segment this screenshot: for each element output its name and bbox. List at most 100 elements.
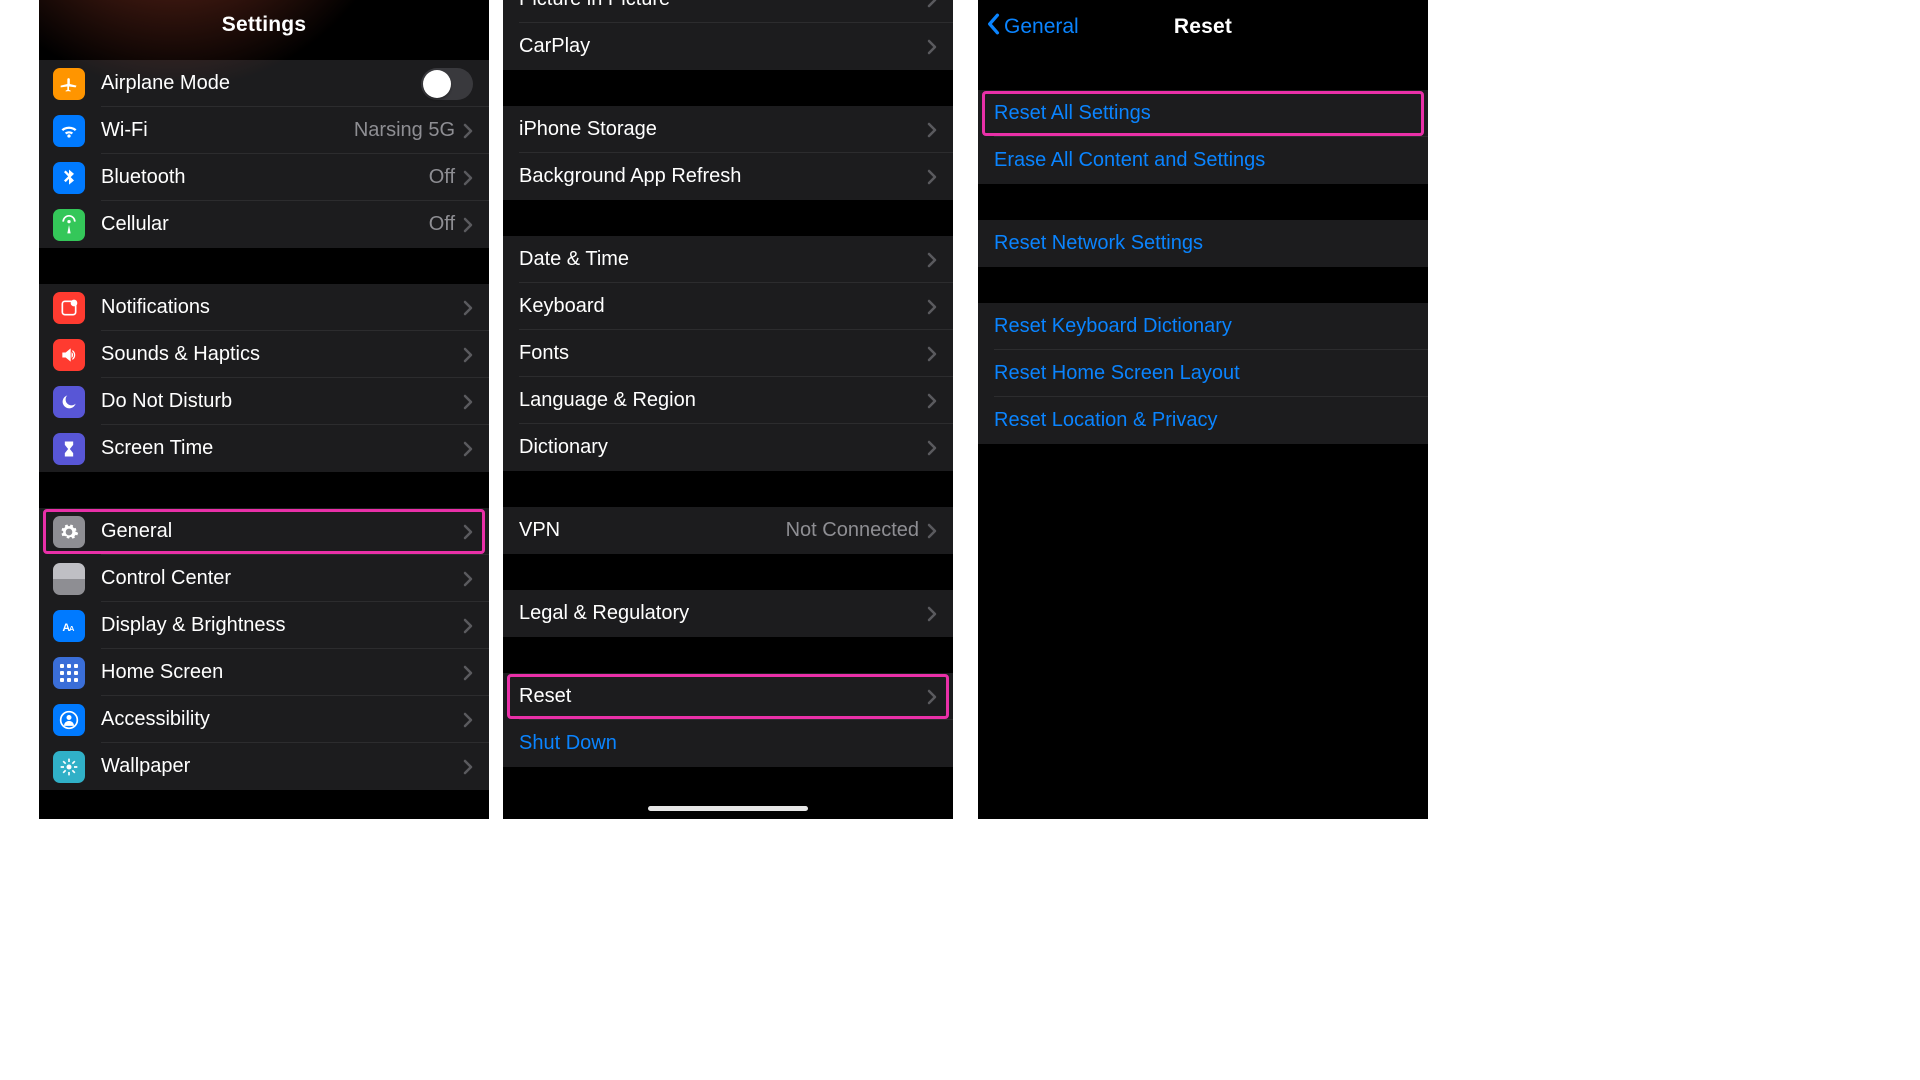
row-label: Reset All Settings [994, 102, 1412, 125]
row-label: Wallpaper [101, 755, 463, 778]
settings-group: Reset Network Settings [978, 220, 1428, 267]
row-label: Cellular [101, 213, 429, 236]
accessibility-icon [53, 704, 85, 736]
row-keyboard[interactable]: Keyboard [503, 283, 953, 330]
row-label: General [101, 520, 463, 543]
row-bluetooth[interactable]: BluetoothOff [39, 154, 489, 201]
row-reset-all[interactable]: Reset All Settings [978, 90, 1428, 137]
chevron-right-icon [927, 39, 937, 55]
cellular-icon [53, 209, 85, 241]
row-wifi[interactable]: Wi-FiNarsing 5G [39, 107, 489, 154]
row-label: Date & Time [519, 248, 927, 271]
row-general[interactable]: General [39, 508, 489, 555]
row-label: Control Center [101, 567, 463, 590]
settings-group: Reset Keyboard Dictionary Reset Home Scre… [978, 303, 1428, 444]
row-reset-home[interactable]: Reset Home Screen Layout [978, 350, 1428, 397]
home-indicator[interactable] [648, 806, 808, 811]
row-detail: Off [429, 166, 455, 189]
chevron-right-icon [463, 524, 473, 540]
chevron-right-icon [463, 712, 473, 728]
airplane-icon [53, 68, 85, 100]
chevron-right-icon [927, 440, 937, 456]
row-label: Reset Keyboard Dictionary [994, 315, 1412, 338]
settings-root-panel: Settings Airplane ModeWi-FiNarsing 5GBlu… [39, 0, 489, 819]
screentime-icon [53, 433, 85, 465]
general-panel: Picture in Picture CarPlay iPhone Storage B… [503, 0, 953, 819]
row-carplay[interactable]: CarPlay [503, 23, 953, 70]
row-legal[interactable]: Legal & Regulatory [503, 590, 953, 637]
sounds-icon [53, 339, 85, 371]
chevron-right-icon [927, 252, 937, 268]
row-wallpaper[interactable]: Wallpaper [39, 743, 489, 790]
header: Settings [39, 0, 489, 50]
row-airplane[interactable]: Airplane Mode [39, 60, 489, 107]
row-homescreen[interactable]: Home Screen [39, 649, 489, 696]
notifications-icon [53, 292, 85, 324]
svg-text:A: A [69, 624, 75, 633]
row-datetime[interactable]: Date & Time [503, 236, 953, 283]
row-screentime[interactable]: Screen Time [39, 425, 489, 472]
row-label: Keyboard [519, 295, 927, 318]
row-label: Screen Time [101, 437, 463, 460]
row-storage[interactable]: iPhone Storage [503, 106, 953, 153]
wifi-icon [53, 115, 85, 147]
settings-group: General Control Center AADisplay & Brightn… [39, 508, 489, 790]
row-reset-location[interactable]: Reset Location & Privacy [978, 397, 1428, 444]
chevron-right-icon [927, 0, 937, 8]
chevron-right-icon [463, 347, 473, 363]
row-language[interactable]: Language & Region [503, 377, 953, 424]
row-label: CarPlay [519, 35, 927, 58]
row-label: Reset Home Screen Layout [994, 362, 1412, 385]
chevron-right-icon [463, 394, 473, 410]
chevron-right-icon [463, 759, 473, 775]
row-sounds[interactable]: Sounds & Haptics [39, 331, 489, 378]
row-label: Bluetooth [101, 166, 429, 189]
row-fonts[interactable]: Fonts [503, 330, 953, 377]
row-accessibility[interactable]: Accessibility [39, 696, 489, 743]
row-label: Reset Location & Privacy [994, 409, 1412, 432]
row-dictionary[interactable]: Dictionary [503, 424, 953, 471]
wallpaper-icon [53, 751, 85, 783]
chevron-right-icon [927, 606, 937, 622]
row-dnd[interactable]: Do Not Disturb [39, 378, 489, 425]
row-label: iPhone Storage [519, 118, 927, 141]
back-label: General [1004, 15, 1079, 39]
row-reset-keyboard[interactable]: Reset Keyboard Dictionary [978, 303, 1428, 350]
row-reset[interactable]: Reset [503, 673, 953, 720]
row-cellular[interactable]: CellularOff [39, 201, 489, 248]
chevron-right-icon [927, 299, 937, 315]
chevron-right-icon [463, 123, 473, 139]
row-bg-refresh[interactable]: Background App Refresh [503, 153, 953, 200]
row-label: Dictionary [519, 436, 927, 459]
row-label: Picture in Picture [519, 0, 927, 11]
general-icon [53, 516, 85, 548]
back-button[interactable]: General [986, 0, 1079, 54]
row-display[interactable]: AADisplay & Brightness [39, 602, 489, 649]
chevron-right-icon [463, 571, 473, 587]
row-label: Language & Region [519, 389, 927, 412]
row-label: Shut Down [519, 732, 937, 755]
page-title: Settings [222, 13, 306, 37]
chevron-right-icon [927, 346, 937, 362]
row-erase-all[interactable]: Erase All Content and Settings [978, 137, 1428, 184]
airplane-toggle[interactable] [421, 68, 473, 100]
row-pip[interactable]: Picture in Picture [503, 0, 953, 23]
chevron-right-icon [927, 122, 937, 138]
row-vpn[interactable]: VPNNot Connected [503, 507, 953, 554]
row-control-center[interactable]: Control Center [39, 555, 489, 602]
reset-panel: General Reset Reset All Settings Erase Al… [978, 0, 1428, 819]
header: General Reset [978, 0, 1428, 54]
row-notifications[interactable]: Notifications [39, 284, 489, 331]
chevron-right-icon [463, 300, 473, 316]
row-label: Airplane Mode [101, 72, 421, 95]
bluetooth-icon [53, 162, 85, 194]
row-label: Erase All Content and Settings [994, 149, 1412, 172]
row-detail: Not Connected [786, 519, 919, 542]
row-detail: Off [429, 213, 455, 236]
settings-group: Legal & Regulatory [503, 590, 953, 637]
row-reset-network[interactable]: Reset Network Settings [978, 220, 1428, 267]
settings-group: Picture in Picture CarPlay [503, 0, 953, 70]
row-label: Do Not Disturb [101, 390, 463, 413]
row-label: Wi-Fi [101, 119, 354, 142]
row-shutdown[interactable]: Shut Down [503, 720, 953, 767]
